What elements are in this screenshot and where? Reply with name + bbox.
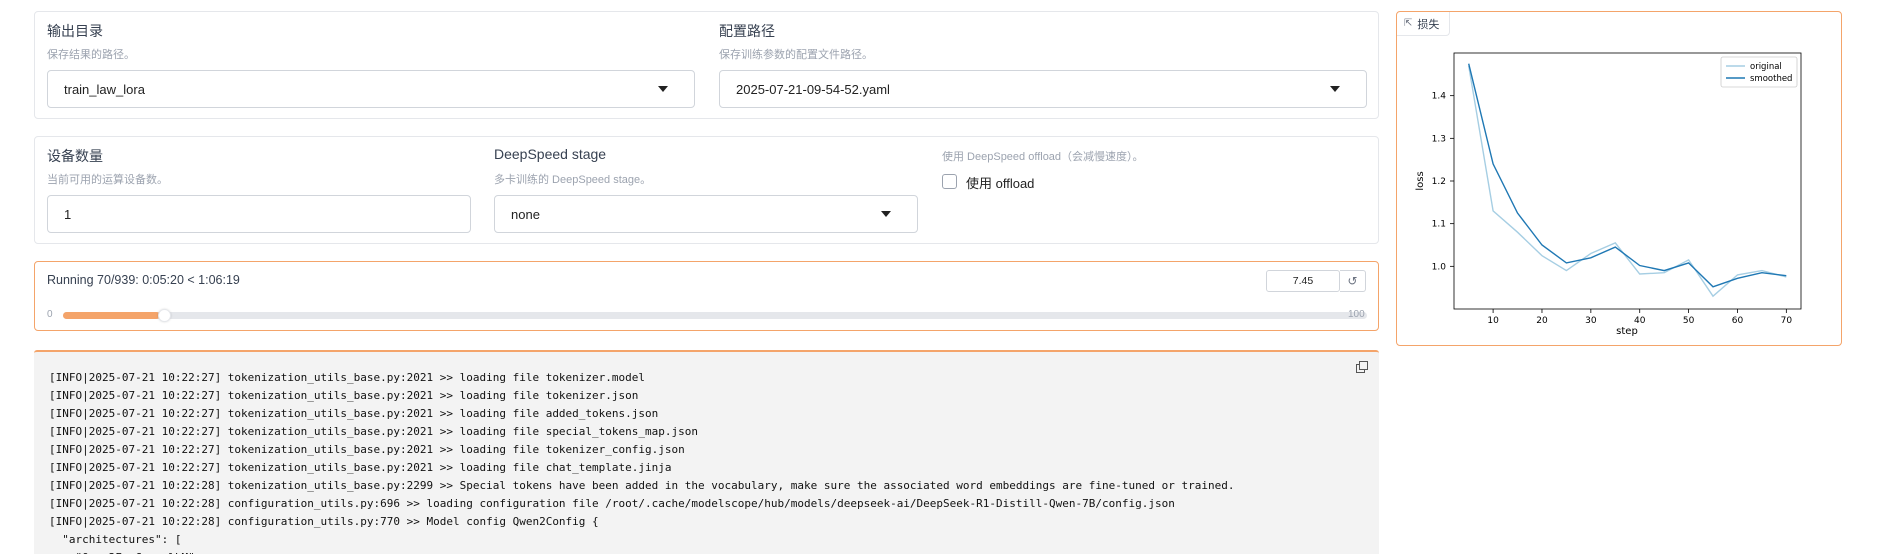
device-count-label: 设备数量: [47, 148, 103, 164]
y-tick-label: 1.3: [1432, 134, 1446, 144]
deepspeed-stage-hint: 多卡训练的 DeepSpeed stage。: [494, 174, 652, 186]
progress-min-label: 0: [47, 309, 53, 320]
device-settings-panel: 设备数量 当前可用的运算设备数。 1 DeepSpeed stage 多卡训练的…: [34, 136, 1379, 244]
y-tick-label: 1.1: [1432, 220, 1446, 230]
progress-number-value: 7.45: [1292, 275, 1314, 287]
reset-icon: ↺: [1347, 274, 1358, 288]
y-axis-label: loss: [1415, 171, 1426, 190]
device-count-input[interactable]: 1: [47, 195, 471, 233]
loss-chart-label: 损失: [1417, 18, 1440, 31]
offload-checkbox[interactable]: [942, 174, 957, 189]
x-tick-label: 50: [1683, 316, 1695, 326]
log-line: [INFO|2025-07-21 10:22:28] configuration…: [49, 515, 599, 528]
x-tick-label: 60: [1732, 316, 1744, 326]
loss-chart: 10 20 30 40 50 60 70 1.0 1.1 1.2 1.3 1.4 original sm…: [1415, 52, 1802, 336]
log-line: [INFO|2025-07-21 10:22:27] tokenization_…: [49, 425, 699, 438]
x-tick-label: 10: [1487, 316, 1499, 326]
x-tick-label: 40: [1634, 316, 1646, 326]
log-output[interactable]: [INFO|2025-07-21 10:22:27] tokenization_…: [34, 350, 1379, 554]
legend-label: original: [1750, 62, 1782, 72]
plot-area: [1453, 52, 1802, 310]
loss-chart-tab: ⇱ 损失: [1397, 12, 1451, 36]
output-dir-select[interactable]: train_law_lora: [47, 70, 695, 108]
output-dir-label: 输出目录: [47, 23, 103, 39]
progress-status: Running 70/939: 0:05:20 < 1:06:19: [47, 273, 240, 287]
y-tick-label: 1.2: [1432, 177, 1446, 187]
offload-hint: 使用 DeepSpeed offload（会减慢速度）。: [942, 151, 1144, 163]
loss-chart-panel: ⇱ 损失 10 20 30 40 50 60 70 1.0 1.1 1.2 1.3 1.4 origi…: [1396, 11, 1842, 346]
path-settings-panel: 输出目录 保存结果的路径。 train_law_lora 配置路径 保存训练参数…: [34, 11, 1379, 119]
config-path-select[interactable]: 2025-07-21-09-54-52.yaml: [719, 70, 1367, 108]
offload-checkbox-label[interactable]: 使用 offload: [966, 173, 1034, 192]
chevron-down-icon: [658, 86, 668, 92]
output-dir-hint: 保存结果的路径。: [47, 49, 135, 61]
x-tick-label: 30: [1585, 316, 1597, 326]
x-tick-label: 70: [1781, 316, 1793, 326]
log-line: [INFO|2025-07-21 10:22:27] tokenization_…: [49, 371, 646, 384]
progress-slider-handle[interactable]: [158, 309, 171, 322]
log-line: [INFO|2025-07-21 10:22:27] tokenization_…: [49, 389, 639, 402]
log-line: [INFO|2025-07-21 10:22:28] configuration…: [49, 497, 1175, 510]
log-line: "architectures": [: [49, 533, 182, 546]
log-text: [INFO|2025-07-21 10:22:27] tokenization_…: [49, 369, 1234, 554]
y-tick-label: 1.0: [1432, 262, 1447, 272]
device-count-hint: 当前可用的运算设备数。: [47, 174, 168, 186]
config-path-value: 2025-07-21-09-54-52.yaml: [736, 81, 890, 97]
copy-icon[interactable]: [1356, 361, 1369, 374]
progress-number-input[interactable]: 7.45: [1266, 270, 1340, 292]
chart-icon: ⇱: [1404, 18, 1413, 29]
config-path-label: 配置路径: [719, 23, 775, 39]
x-tick-label: 20: [1536, 316, 1548, 326]
y-tick-label: 1.4: [1432, 92, 1447, 102]
legend-label: smoothed: [1750, 74, 1792, 84]
config-path-hint: 保存训练参数的配置文件路径。: [719, 49, 873, 61]
deepspeed-stage-value: none: [511, 206, 540, 222]
log-line: [INFO|2025-07-21 10:22:28] tokenization_…: [49, 479, 1235, 492]
log-line: "Qwen2ForCausalLM": [49, 549, 1234, 554]
device-count-value: 1: [64, 206, 72, 222]
log-line: [INFO|2025-07-21 10:22:27] tokenization_…: [49, 407, 659, 420]
deepspeed-stage-label: DeepSpeed stage: [494, 146, 607, 162]
log-line: [INFO|2025-07-21 10:22:27] tokenization_…: [49, 461, 672, 474]
x-axis-label: step: [1616, 326, 1638, 336]
deepspeed-stage-select[interactable]: none: [494, 195, 918, 233]
reset-button[interactable]: ↺: [1340, 270, 1366, 292]
progress-panel: Running 70/939: 0:05:20 < 1:06:19 7.45 ↺…: [34, 261, 1379, 331]
chevron-down-icon: [881, 211, 891, 217]
progress-slider[interactable]: [63, 309, 1367, 322]
output-dir-value: train_law_lora: [64, 81, 145, 97]
chevron-down-icon: [1330, 86, 1340, 92]
progress-max-label: 100: [1348, 309, 1365, 320]
log-line: [INFO|2025-07-21 10:22:27] tokenization_…: [49, 443, 685, 456]
progress-slider-fill: [63, 312, 160, 319]
